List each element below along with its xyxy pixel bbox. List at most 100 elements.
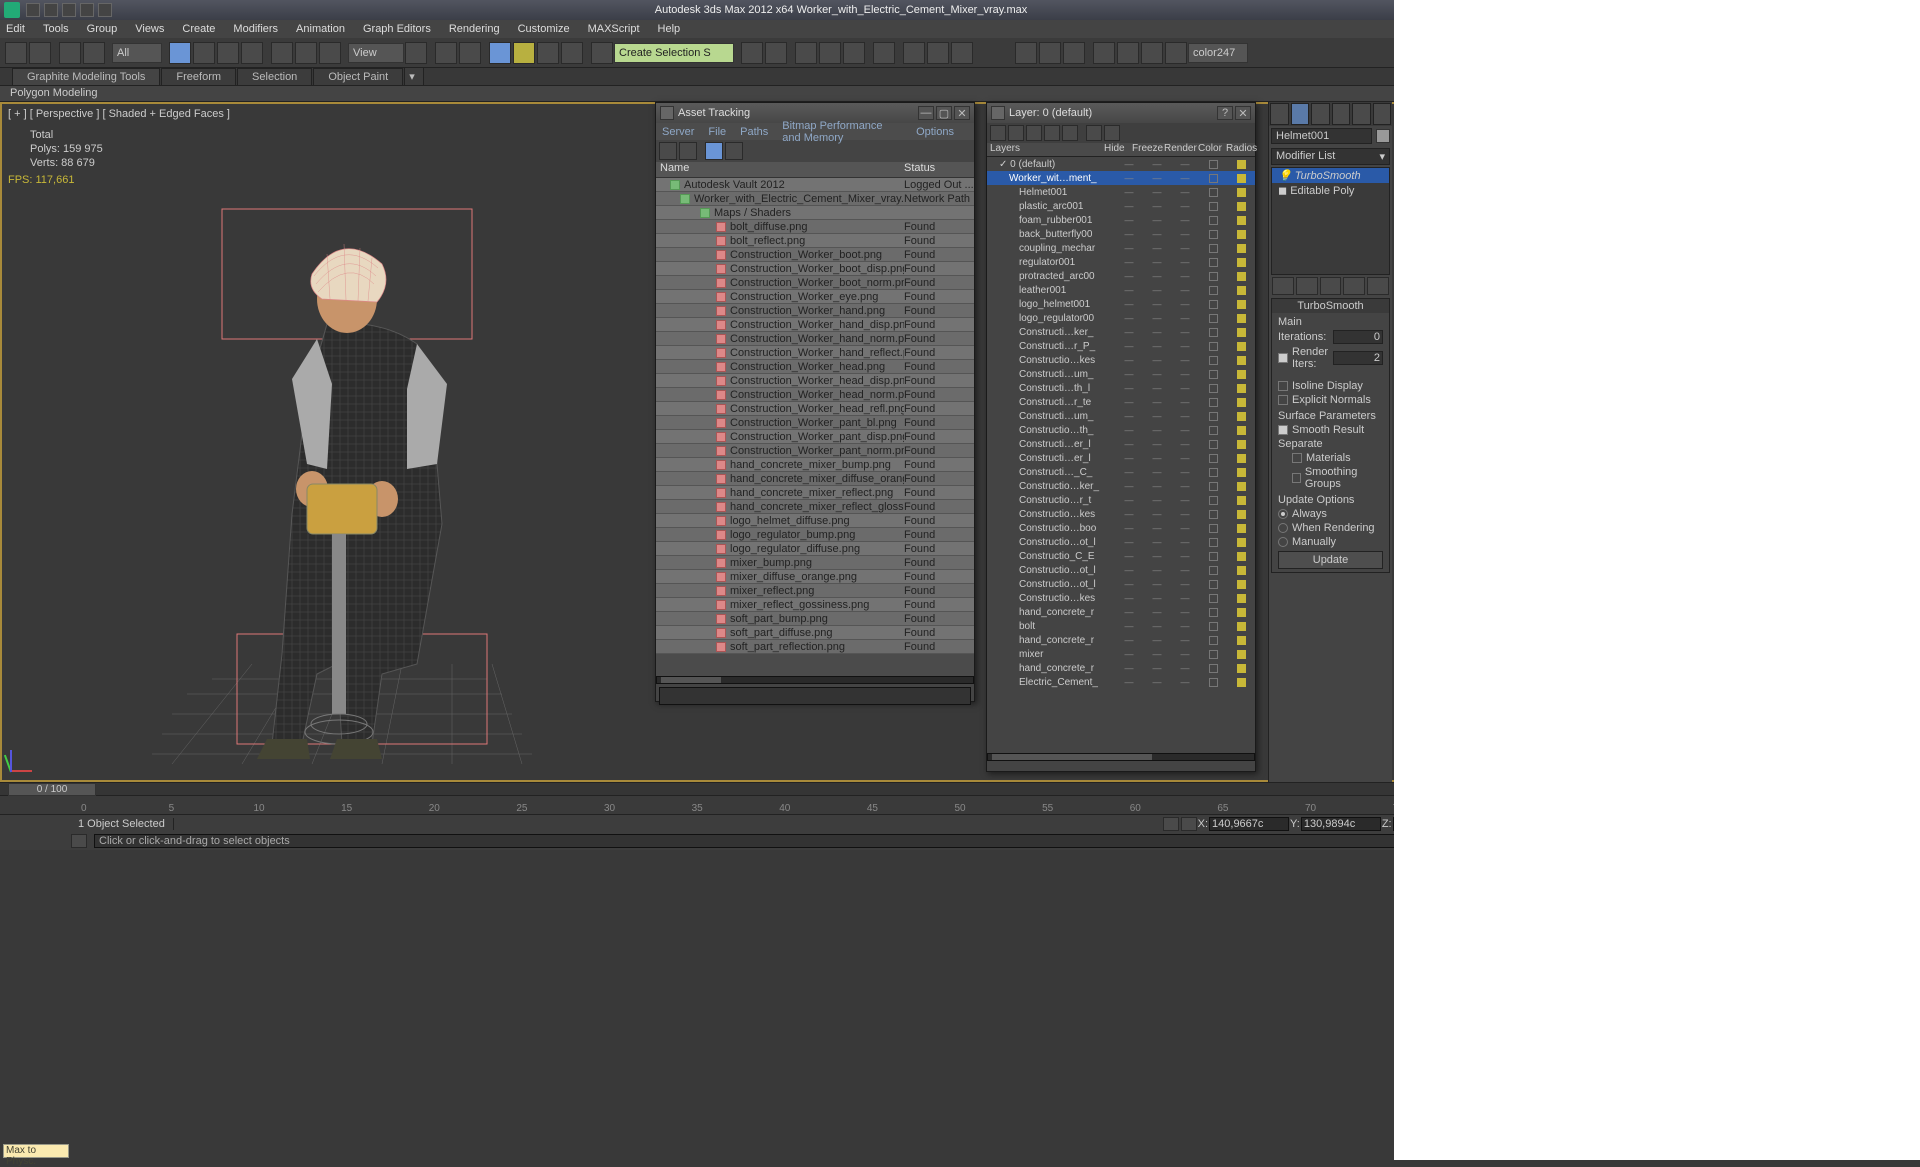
layer-help[interactable]: ?	[1217, 106, 1233, 120]
layer-close[interactable]: ✕	[1235, 106, 1251, 120]
object-name-field[interactable]: Helmet001	[1271, 128, 1372, 144]
asset-row[interactable]: Construction_Worker_boot.pngFound	[656, 248, 974, 262]
object-color-swatch[interactable]	[1376, 129, 1390, 143]
asset-tb-tree[interactable]	[705, 142, 723, 160]
layer-row[interactable]: Constructio_C_E———	[987, 549, 1255, 563]
layer-row[interactable]: Constructio…kes———	[987, 507, 1255, 521]
asset-row[interactable]: Construction_Worker_boot_disp.pngFound	[656, 262, 974, 276]
menu-views[interactable]: Views	[135, 23, 164, 35]
layer-row[interactable]: Constructi…ker_———	[987, 325, 1255, 339]
asset-row[interactable]: Construction_Worker_head_disp.pngFound	[656, 374, 974, 388]
layer-manager-button[interactable]	[795, 42, 817, 64]
layer-row[interactable]: Constructi…r_P_———	[987, 339, 1255, 353]
extra-tool-4[interactable]	[1093, 42, 1115, 64]
layer-hide[interactable]	[1086, 125, 1102, 141]
asset-close[interactable]: ✕	[954, 106, 970, 120]
menu-animation[interactable]: Animation	[296, 23, 345, 35]
layer-row[interactable]: protracted_arc00———	[987, 269, 1255, 283]
layer-row[interactable]: Constructi…_C_———	[987, 465, 1255, 479]
modifier-list-dropdown[interactable]: Modifier List	[1271, 148, 1390, 165]
asset-row[interactable]: Construction_Worker_hand_disp.pngFound	[656, 318, 974, 332]
layer-add[interactable]	[1026, 125, 1042, 141]
tab-motion[interactable]	[1332, 103, 1351, 125]
tab-graphite[interactable]: Graphite Modeling Tools	[12, 68, 160, 85]
snap-2d-button[interactable]	[489, 42, 511, 64]
qat-save[interactable]	[62, 3, 76, 17]
layer-row[interactable]: back_butterfly00———	[987, 227, 1255, 241]
select-name-button[interactable]	[193, 42, 215, 64]
update-always-radio[interactable]	[1278, 509, 1288, 519]
layer-row[interactable]: Constructi…um_———	[987, 367, 1255, 381]
layer-row[interactable]: Constructio…ot_l———	[987, 577, 1255, 591]
qat-redo[interactable]	[98, 3, 112, 17]
maxscript-listener[interactable]: Max to Physc.	[3, 1144, 69, 1158]
mirror-button[interactable]	[741, 42, 763, 64]
tab-create[interactable]	[1270, 103, 1289, 125]
asset-row[interactable]: Construction_Worker_hand_norm.pngFound	[656, 332, 974, 346]
asset-row[interactable]: Construction_Worker_boot_norm.pngFound	[656, 276, 974, 290]
asset-row[interactable]: bolt_reflect.pngFound	[656, 234, 974, 248]
layer-row[interactable]: Worker_wit…ment_———	[987, 171, 1255, 185]
material-editor-button[interactable]	[873, 42, 895, 64]
modifier-turbosmooth[interactable]: 💡 TurboSmooth	[1272, 168, 1389, 183]
configure-sets[interactable]	[1367, 277, 1389, 295]
selection-lock-toggle[interactable]	[1163, 817, 1179, 831]
menu-edit[interactable]: Edit	[6, 23, 25, 35]
asset-row[interactable]: mixer_bump.pngFound	[656, 556, 974, 570]
tab-freeform[interactable]: Freeform	[161, 68, 236, 85]
extra-tool-3[interactable]	[1063, 42, 1085, 64]
layer-row[interactable]: Constructi…th_l———	[987, 381, 1255, 395]
layer-row[interactable]: bolt———	[987, 619, 1255, 633]
selection-filter[interactable]: All	[112, 43, 162, 63]
time-slider-handle[interactable]: 0 / 100	[8, 783, 96, 796]
render-iters-check[interactable]	[1278, 353, 1288, 363]
asset-row[interactable]: Construction_Worker_head_norm.pngFound	[656, 388, 974, 402]
asset-tree[interactable]: Autodesk Vault 2012Logged Out ...Worker_…	[656, 178, 974, 676]
menu-grapheditors[interactable]: Graph Editors	[363, 23, 431, 35]
angle-snap-button[interactable]	[513, 42, 535, 64]
layer-row[interactable]: Constructio…r_t———	[987, 493, 1255, 507]
layer-row[interactable]: Constructi…er_l———	[987, 437, 1255, 451]
asset-tb-highlight[interactable]	[679, 142, 697, 160]
asset-row[interactable]: Autodesk Vault 2012Logged Out ...	[656, 178, 974, 192]
layer-row[interactable]: Helmet001———	[987, 185, 1255, 199]
make-unique[interactable]	[1320, 277, 1342, 295]
window-crossing-button[interactable]	[241, 42, 263, 64]
explicit-normals-check[interactable]	[1278, 395, 1288, 405]
menu-maxscript[interactable]: MAXScript	[588, 23, 640, 35]
curve-editor-button[interactable]	[819, 42, 841, 64]
asset-row[interactable]: Construction_Worker_hand_reflect.pngFoun…	[656, 346, 974, 360]
prompt-toggle-icon[interactable]	[71, 834, 87, 848]
asset-menu-options[interactable]: Options	[916, 126, 954, 138]
scale-button[interactable]	[319, 42, 341, 64]
layer-row[interactable]: regulator001———	[987, 255, 1255, 269]
modifier-stack[interactable]: 💡 TurboSmooth ◼ Editable Poly	[1271, 167, 1390, 275]
keyboard-shortcut-button[interactable]	[459, 42, 481, 64]
layer-row[interactable]: hand_concrete_r———	[987, 661, 1255, 675]
sep-materials-check[interactable]	[1292, 453, 1302, 463]
select-region-button[interactable]	[217, 42, 239, 64]
menu-create[interactable]: Create	[182, 23, 215, 35]
menu-help[interactable]: Help	[658, 23, 681, 35]
asset-row[interactable]: hand_concrete_mixer_bump.pngFound	[656, 458, 974, 472]
asset-row[interactable]: logo_regulator_diffuse.pngFound	[656, 542, 974, 556]
asset-row[interactable]: mixer_diffuse_orange.pngFound	[656, 570, 974, 584]
iterations-spinner[interactable]: 0	[1333, 330, 1383, 344]
smooth-result-check[interactable]	[1278, 425, 1288, 435]
asset-row[interactable]: Worker_with_Electric_Cement_Mixer_vray.m…	[656, 192, 974, 206]
ref-coord-dropdown[interactable]: View	[348, 43, 404, 63]
sep-smoothgrp-check[interactable]	[1292, 473, 1301, 483]
layer-row[interactable]: Constructio…kes———	[987, 591, 1255, 605]
asset-row[interactable]: logo_regulator_bump.pngFound	[656, 528, 974, 542]
asset-row[interactable]: hand_concrete_mixer_reflect_glossiness.p…	[656, 500, 974, 514]
layer-row[interactable]: Constructio…ker_———	[987, 479, 1255, 493]
layer-row[interactable]: Constructi…um_———	[987, 409, 1255, 423]
modifier-editablepoly[interactable]: ◼ Editable Poly	[1272, 183, 1389, 198]
menu-tools[interactable]: Tools	[43, 23, 69, 35]
app-logo[interactable]	[4, 2, 20, 18]
rendered-frame-button[interactable]	[927, 42, 949, 64]
extra-tool-7[interactable]	[1165, 42, 1187, 64]
color-swatch-dropdown[interactable]: color247	[1188, 43, 1248, 63]
extra-tool-2[interactable]	[1039, 42, 1061, 64]
rollout-header[interactable]: TurboSmooth	[1272, 299, 1389, 313]
